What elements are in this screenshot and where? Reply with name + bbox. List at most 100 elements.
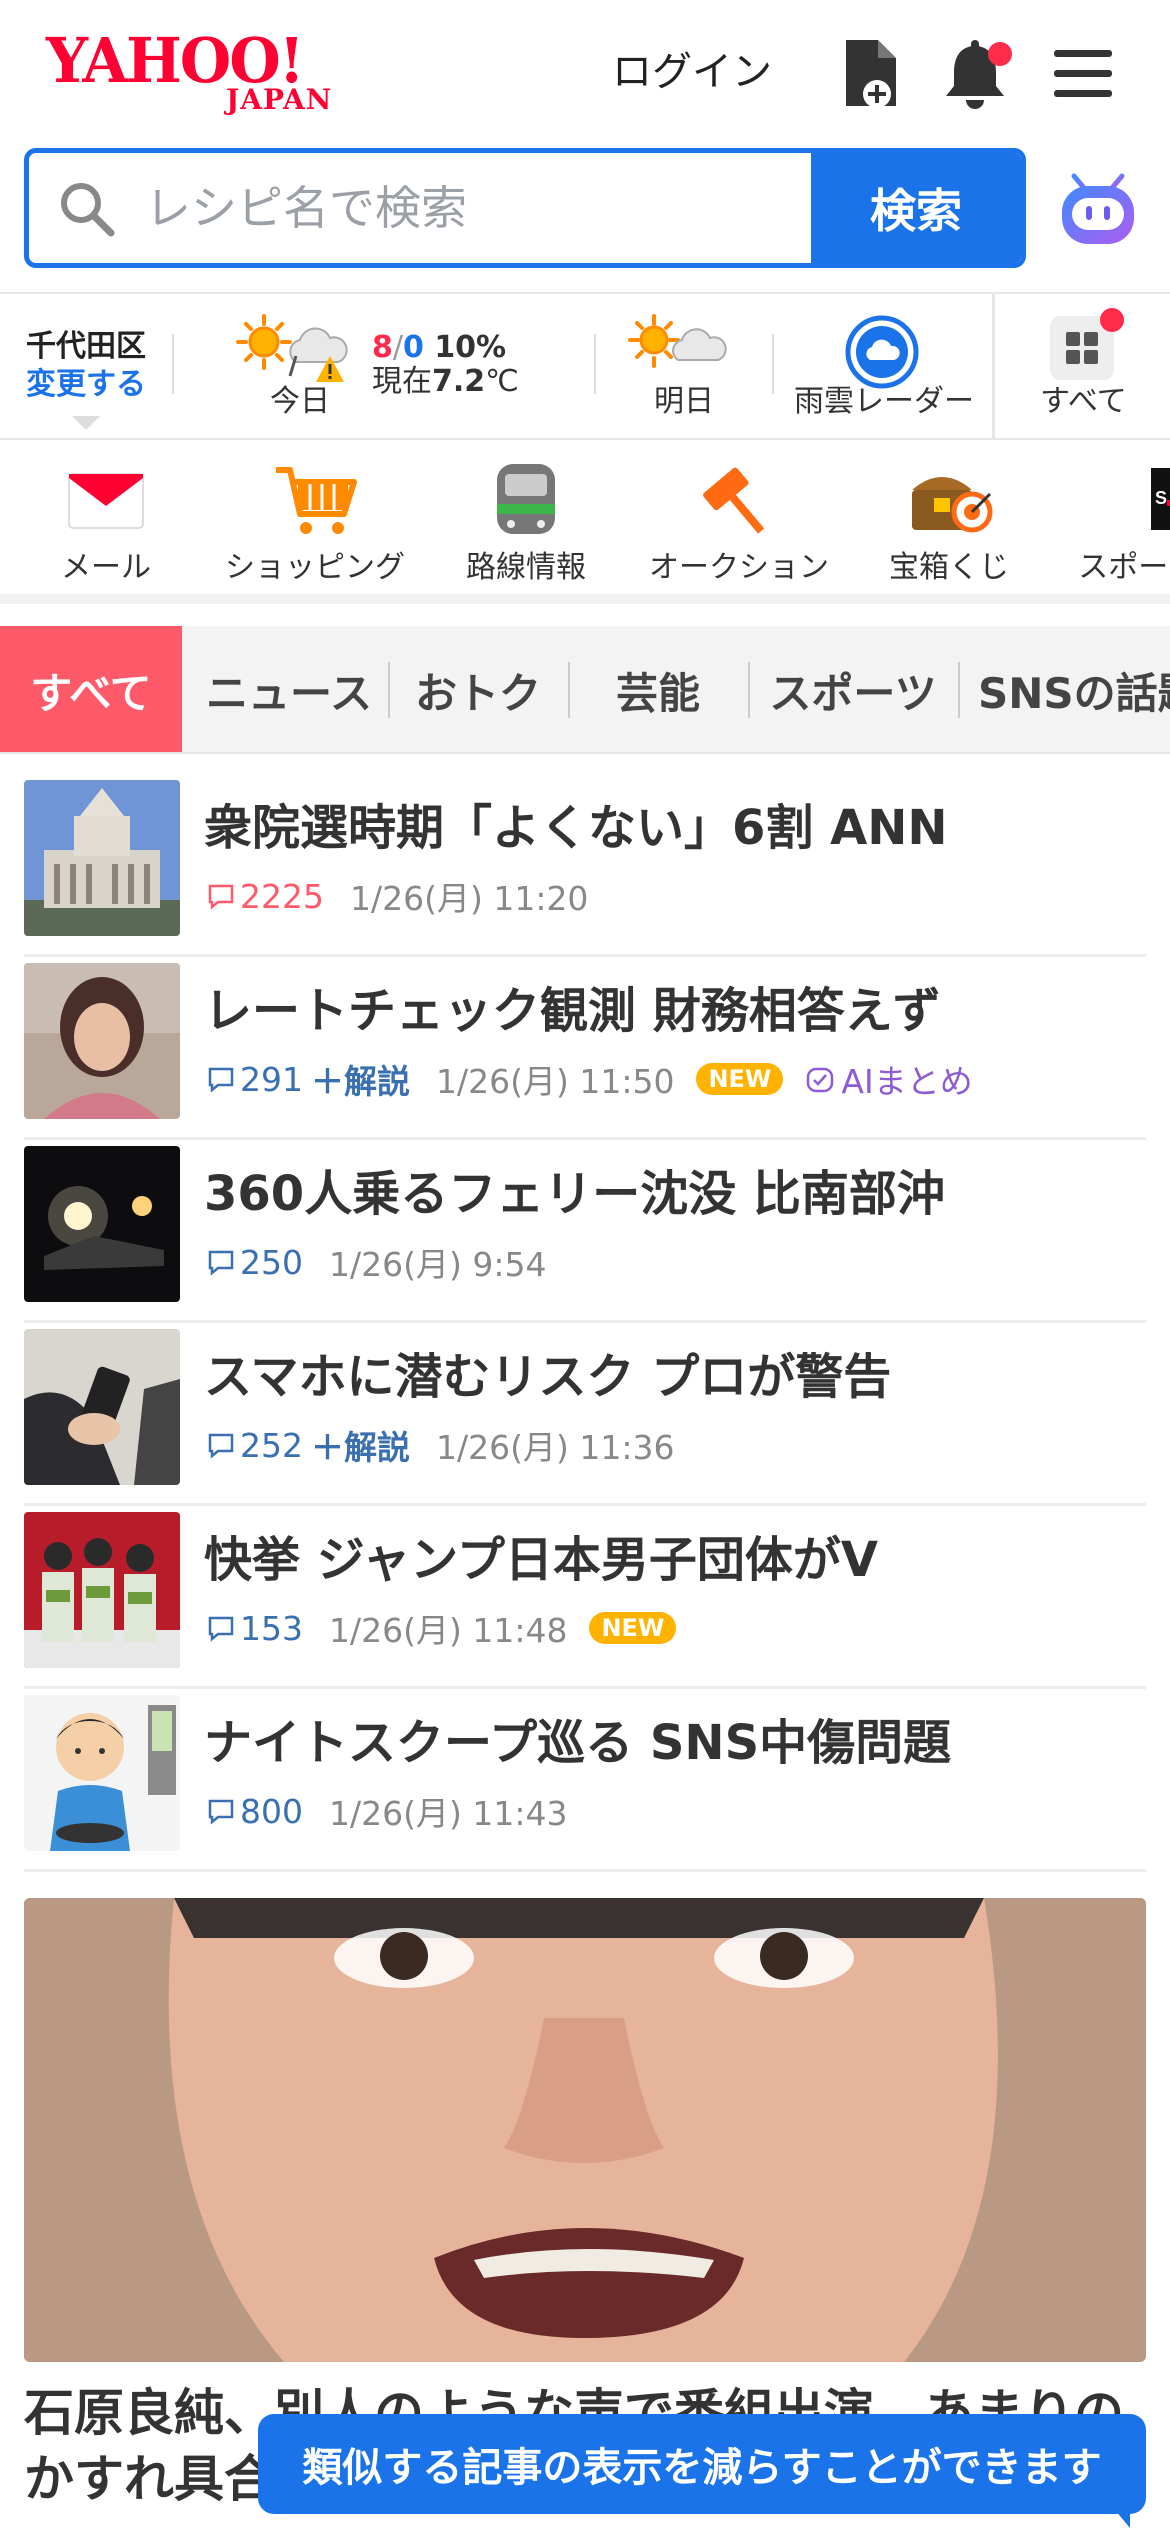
- news-meta: 252 ＋解説 1/26(月) 11:36: [206, 1423, 696, 1467]
- yahoo-japan-logo[interactable]: YAHOO! JAPAN: [46, 30, 366, 120]
- train-icon: [481, 460, 571, 540]
- comment-number: 291: [240, 1059, 303, 1099]
- tab-sns[interactable]: SNSの話題: [962, 626, 1170, 752]
- tab-sports[interactable]: スポーツ: [752, 626, 954, 752]
- news-headline[interactable]: 快挙 ジャンプ日本男子団体がV: [204, 1530, 878, 1590]
- commentary-link[interactable]: ＋解説: [311, 1421, 410, 1469]
- news-item[interactable]: 360人乗るフェリー沈没 比南部沖 250 1/26(月) 9:54: [24, 1140, 1146, 1323]
- service-transit[interactable]: 路線情報: [456, 460, 596, 588]
- service-treasure[interactable]: 宝箱くじ: [882, 460, 1016, 588]
- ai-assistant-icon[interactable]: [1056, 166, 1140, 250]
- news-item[interactable]: 衆院選時期「よくない」6割 ANN 2225 1/26(月) 11:20: [24, 774, 1146, 957]
- tooltip-toast[interactable]: 類似する記事の表示を減らすことができます: [258, 2414, 1146, 2514]
- news-headline[interactable]: レートチェック観測 財務相答えず: [204, 981, 941, 1041]
- news-date: 1/26(月) 11:20: [349, 879, 589, 918]
- comment-count[interactable]: 2225: [206, 877, 324, 916]
- weather-bar: 千代田区 変更する 今日 8/0 10% 現在7.2℃ 明日 雨雲レーダー すべ…: [0, 292, 1170, 440]
- comment-count[interactable]: 250: [206, 1243, 303, 1282]
- service-label: メール: [61, 550, 151, 585]
- comment-count[interactable]: 291: [206, 1060, 303, 1099]
- sun-cloud-icon[interactable]: [626, 312, 746, 382]
- comment-icon: [208, 1799, 234, 1825]
- location-caret: [72, 416, 100, 430]
- login-link[interactable]: ログイン: [612, 48, 772, 96]
- tab-all[interactable]: すべて: [0, 626, 182, 752]
- news-thumbnail: [24, 1512, 180, 1668]
- news-date: 1/26(月) 11:36: [436, 1428, 675, 1467]
- search-box: 検索: [24, 148, 1026, 268]
- divider: [992, 294, 995, 438]
- news-item[interactable]: ナイトスクープ巡る SNS中傷問題 800 1/26(月) 11:43: [24, 1689, 1146, 1872]
- comment-count[interactable]: 800: [206, 1792, 303, 1831]
- rain-radar-icon[interactable]: [844, 314, 920, 390]
- svg-text:S: S: [1155, 488, 1167, 508]
- news-thumbnail: [24, 1329, 180, 1485]
- news-item[interactable]: レートチェック観測 財務相答えず 291 ＋解説 1/26(月) 11:50 N…: [24, 957, 1146, 1140]
- divider: [772, 334, 774, 394]
- file-plus-icon[interactable]: [836, 36, 906, 112]
- commentary-link[interactable]: ＋解説: [311, 1055, 410, 1103]
- news-headline[interactable]: 360人乗るフェリー沈没 比南部沖: [204, 1164, 945, 1224]
- bell-icon[interactable]: [940, 36, 1012, 112]
- comment-icon: [208, 1616, 234, 1642]
- service-auction[interactable]: オークション: [646, 460, 832, 588]
- tomorrow-label: 明日: [654, 384, 714, 419]
- service-sports[interactable]: S スポーツ: [1068, 460, 1170, 588]
- comment-count[interactable]: 252: [206, 1426, 303, 1465]
- mail-icon: [61, 460, 151, 540]
- divider: [172, 334, 174, 394]
- today-high: 8: [372, 330, 393, 365]
- ai-summary-link[interactable]: AIまとめ: [805, 1055, 973, 1103]
- service-mail[interactable]: メール: [58, 460, 154, 588]
- news-thumbnail: [24, 963, 180, 1119]
- current-temp: 現在7.2℃: [372, 364, 519, 400]
- hamburger-menu-icon[interactable]: [1048, 36, 1118, 112]
- new-badge: NEW: [696, 1063, 784, 1095]
- toast-pointer: [1110, 2504, 1130, 2528]
- location[interactable]: 千代田区 変更する: [26, 328, 156, 404]
- news-headline[interactable]: ナイトスクープ巡る SNS中傷問題: [204, 1713, 951, 1773]
- search-button[interactable]: 検索: [811, 153, 1021, 263]
- divider: [748, 662, 750, 718]
- comment-icon: [208, 884, 234, 910]
- notification-dot: [1100, 308, 1124, 332]
- header: YAHOO! JAPAN ログイン: [0, 0, 1170, 140]
- location-change-link[interactable]: 変更する: [26, 366, 156, 404]
- auction-hammer-icon: [694, 460, 784, 540]
- service-label: オークション: [649, 550, 829, 585]
- shopping-cart-icon: [270, 460, 360, 540]
- today-low: 0: [402, 330, 424, 365]
- new-badge: NEW: [589, 1612, 677, 1644]
- ai-summary-label: AIまとめ: [841, 1062, 973, 1101]
- news-thumbnail: [24, 780, 180, 936]
- service-shopping[interactable]: ショッピング: [220, 460, 410, 588]
- all-label[interactable]: すべて: [1040, 384, 1127, 420]
- news-meta: 2225 1/26(月) 11:20: [206, 874, 610, 918]
- comment-icon: [208, 1433, 234, 1459]
- feature-image[interactable]: [24, 1898, 1146, 2362]
- ai-summary-icon: [807, 1067, 834, 1093]
- tab-entertainment[interactable]: 芸能: [570, 626, 746, 752]
- comment-count[interactable]: 153: [206, 1609, 303, 1648]
- now-unit: ℃: [485, 364, 519, 399]
- news-date: 1/26(月) 11:48: [329, 1611, 568, 1650]
- news-headline[interactable]: 衆院選時期「よくない」6割 ANN: [204, 798, 948, 858]
- news-item[interactable]: 快挙 ジャンプ日本男子団体がV 153 1/26(月) 11:48 NEW: [24, 1506, 1146, 1689]
- search-input[interactable]: [145, 153, 815, 263]
- news-thumbnail: [24, 1695, 180, 1851]
- news-item[interactable]: スマホに潜むリスク プロが警告 252 ＋解説 1/26(月) 11:36: [24, 1323, 1146, 1506]
- logo-sub-text: JAPAN: [226, 83, 333, 116]
- news-thumbnail: [24, 1146, 180, 1302]
- news-date: 1/26(月) 11:43: [329, 1794, 568, 1833]
- today-label: 今日: [270, 384, 330, 419]
- rain-radar-label[interactable]: 雨雲レーダー: [794, 384, 974, 420]
- news-headline[interactable]: スマホに潜むリスク プロが警告: [204, 1347, 891, 1407]
- tab-news[interactable]: ニュース: [192, 626, 386, 752]
- comment-icon: [208, 1250, 234, 1276]
- rain-chance: 10%: [434, 330, 507, 365]
- sun-cloud-warning-icon[interactable]: [234, 312, 354, 382]
- tab-deals[interactable]: おトク: [390, 626, 566, 752]
- comment-icon: [208, 1067, 234, 1093]
- news-meta: 291 ＋解説 1/26(月) 11:50 NEW AIまとめ: [206, 1057, 973, 1101]
- service-label: 路線情報: [466, 550, 586, 585]
